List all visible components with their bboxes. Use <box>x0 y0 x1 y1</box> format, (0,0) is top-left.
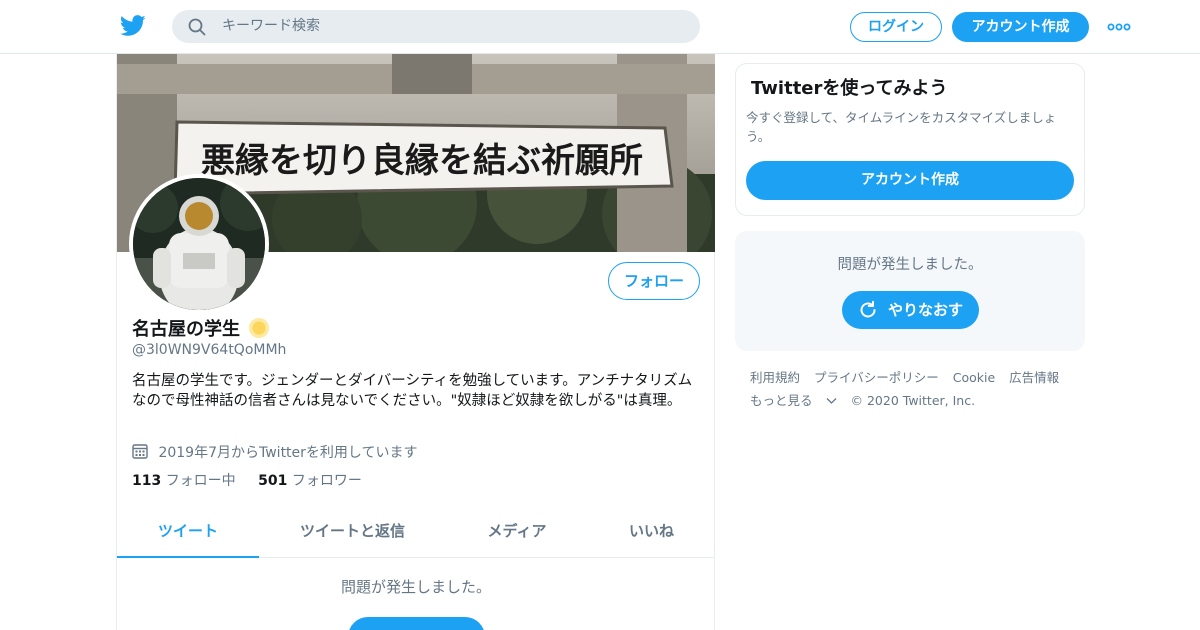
search-input[interactable]: キーワード検索 <box>222 10 320 43</box>
tab-tweets[interactable]: ツイート <box>117 509 259 558</box>
joined-text: 2019年7月からTwitterを利用しています <box>158 445 418 461</box>
signup-card-button[interactable]: アカウント作成 <box>746 161 1074 200</box>
footer-more-label: もっと見る <box>750 393 813 408</box>
footer-copyright: © 2020 Twitter, Inc. <box>850 393 976 408</box>
calendar-icon <box>132 444 148 459</box>
timeline-error-message: 問題が発生しました。 <box>340 578 491 596</box>
tab-tweets-and-replies[interactable]: ツイートと返信 <box>259 509 446 558</box>
footer-link-cookie[interactable]: Cookie <box>953 370 995 385</box>
signup-button[interactable]: アカウント作成 <box>952 12 1089 42</box>
top-navigation-bar: キーワード検索 ログイン アカウント作成 <box>0 0 1200 54</box>
twitter-bird-icon[interactable] <box>120 14 146 38</box>
profile-column: 悪縁を切り良縁を結ぶ祈願所 フォロー 名古屋の学生 @3l0WN9V64tQoM… <box>116 54 715 630</box>
following-count: 113 <box>132 473 162 489</box>
banner-sign-text: 悪縁を切り良縁を結ぶ祈願所 <box>201 141 643 181</box>
footer-links: 利用規約 プライバシーポリシー Cookie 広告情報 もっと見る © 2020… <box>750 366 1080 412</box>
avatar[interactable] <box>129 174 269 314</box>
sun-emoji-icon <box>249 318 270 338</box>
signup-card-description: 今すぐ登録して、タイムラインをカスタマイズしましょう。 <box>746 110 1057 144</box>
signup-card-title: Twitterを使ってみよう <box>751 78 948 99</box>
side-retry-button[interactable]: やりなおす <box>842 291 979 329</box>
followers-count: 501 <box>258 473 288 489</box>
side-retry-label: やりなおす <box>888 301 964 319</box>
footer-link-terms[interactable]: 利用規約 <box>750 370 800 385</box>
chevron-down-icon <box>826 398 836 404</box>
avatar-image <box>133 178 265 310</box>
profile-joined-date: 2019年7月からTwitterを利用しています <box>132 443 418 463</box>
side-error-message: 問題が発生しました。 <box>837 257 983 273</box>
tab-media[interactable]: メディア <box>446 509 588 558</box>
followers-stat[interactable]: 501 フォロワー <box>258 471 362 491</box>
profile-stats: 113 フォロー中 501 フォロワー <box>132 471 380 491</box>
followers-label: フォロワー <box>291 473 362 489</box>
timeline-retry-button[interactable] <box>348 617 485 630</box>
profile-display-name: 名古屋の学生 <box>132 317 270 341</box>
following-label: フォロー中 <box>165 473 236 489</box>
search-icon <box>188 18 206 36</box>
refresh-icon <box>860 300 876 318</box>
signup-card: Twitterを使ってみよう 今すぐ登録して、タイムラインをカスタマイズしましょ… <box>735 63 1085 216</box>
tab-likes[interactable]: いいね <box>588 509 715 558</box>
display-name-text: 名古屋の学生 <box>132 319 240 340</box>
footer-more-link[interactable]: もっと見る <box>750 393 837 408</box>
search-bar[interactable]: キーワード検索 <box>172 10 700 43</box>
profile-tabs: ツイート ツイートと返信 メディア いいね <box>117 509 715 558</box>
footer-link-ads[interactable]: 広告情報 <box>1009 370 1059 385</box>
more-dots-icon[interactable] <box>1107 18 1131 36</box>
follow-button[interactable]: フォロー <box>608 262 700 300</box>
side-error-card: 問題が発生しました。 やりなおす <box>735 231 1085 351</box>
login-button[interactable]: ログイン <box>850 12 942 42</box>
following-stat[interactable]: 113 フォロー中 <box>132 471 236 491</box>
footer-link-privacy[interactable]: プライバシーポリシー <box>814 370 939 385</box>
profile-bio: 名古屋の学生です。ジェンダーとダイバーシティを勉強しています。アンチナタリズムな… <box>132 373 693 409</box>
profile-handle: @3l0WN9V64tQoMMh <box>132 342 287 358</box>
